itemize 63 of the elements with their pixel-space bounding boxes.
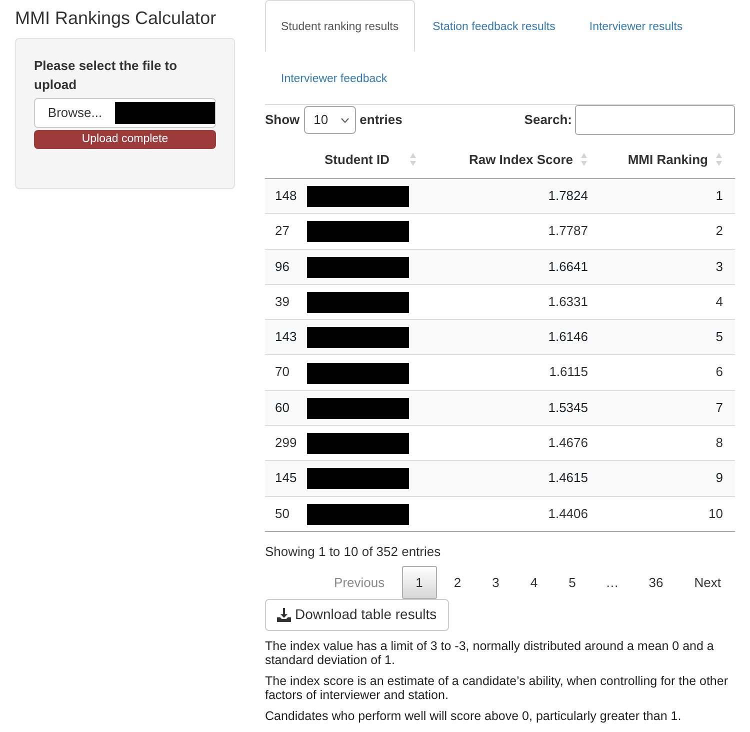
table-cell: 8 — [600, 426, 735, 461]
page-link[interactable]: 1 — [402, 566, 437, 599]
table-cell: 1.6641 — [430, 249, 600, 284]
column-header[interactable]: MMI Ranking — [600, 141, 735, 178]
table-cell: 50 — [265, 496, 300, 532]
search-label: Search: — [524, 110, 572, 129]
sort-icon — [581, 153, 587, 166]
table-cell: 1.6115 — [430, 354, 600, 390]
chevron-icon — [340, 118, 349, 122]
table-cell: 96 — [265, 249, 300, 284]
note-text: The index score is an estimate of a candidate’s ability, when controlling for the other factors of interviewer and station. — [265, 674, 729, 702]
table-cell: 1.6331 — [430, 284, 600, 320]
page-link[interactable]: 4 — [516, 566, 552, 599]
table-cell: 2 — [600, 214, 735, 250]
search-field[interactable] — [575, 105, 735, 135]
table-cell: 1.4615 — [430, 460, 600, 496]
column-header[interactable]: Raw Index Score — [430, 141, 600, 178]
entries-select[interactable]: 10 — [304, 106, 356, 134]
page-link[interactable]: 5 — [554, 566, 590, 599]
tab[interactable]: Interviewer feedback — [265, 52, 404, 104]
show-label: Show — [265, 110, 300, 129]
page-link[interactable]: 36 — [634, 566, 678, 599]
table-cell: 1.7787 — [430, 214, 600, 250]
table-cell: 1.4676 — [430, 426, 600, 461]
table-cell: 70 — [265, 354, 300, 390]
page-link[interactable]: 3 — [478, 566, 514, 599]
table-cell: 27 — [265, 214, 300, 250]
table-cell: 145 — [265, 460, 300, 496]
entries-label: entries — [360, 110, 402, 129]
note-text: Candidates who perform well will score above 0, particularly greater than 1. — [265, 708, 682, 723]
column-header[interactable]: Student ID — [300, 141, 430, 178]
table-cell: 4 — [600, 284, 735, 320]
table-cell: 9 — [600, 460, 735, 496]
sort-icon — [410, 153, 416, 166]
page-link[interactable]: 2 — [440, 566, 476, 599]
table-cell: 3 — [600, 249, 735, 284]
table-cell: 6 — [600, 354, 735, 390]
note-text: The index value has a limit of 3 to -3, normally distributed around a mean 0 and a standard deviation of 1. — [265, 638, 715, 667]
progress-fill: Upload complete — [34, 130, 216, 149]
table-cell: 39 — [265, 284, 300, 320]
app-title: MMI Rankings Calculator — [15, 7, 218, 29]
table-cell: 1.4406 — [430, 496, 600, 532]
table-cell: 1.7824 — [430, 178, 600, 214]
table-cell: 148 — [265, 178, 300, 214]
tab[interactable]: Station feedback results — [416, 0, 572, 52]
next-link[interactable]: Next — [680, 566, 735, 599]
tab[interactable]: Interviewer results — [573, 0, 699, 52]
table-cell: 1 — [600, 178, 735, 214]
download-button[interactable]: Download table results — [265, 598, 449, 631]
table-cell: 299 — [265, 426, 300, 461]
upload-label: Please select the file to upload — [34, 57, 178, 94]
download-icon — [277, 608, 291, 622]
table-cell: 60 — [265, 390, 300, 426]
table-info: Showing 1 to 10 of 352 entries — [265, 542, 442, 561]
table-cell: 143 — [265, 320, 300, 355]
table-cell: 5 — [600, 320, 735, 355]
table-cell: 7 — [600, 390, 735, 426]
table-cell: 1.6146 — [430, 320, 600, 355]
table-cell: 10 — [600, 496, 735, 532]
tab[interactable]: Student ranking results — [265, 0, 415, 52]
sort-icon — [716, 153, 722, 166]
ellipsis: … — [604, 574, 620, 592]
table-cell: 1.5345 — [430, 390, 600, 426]
